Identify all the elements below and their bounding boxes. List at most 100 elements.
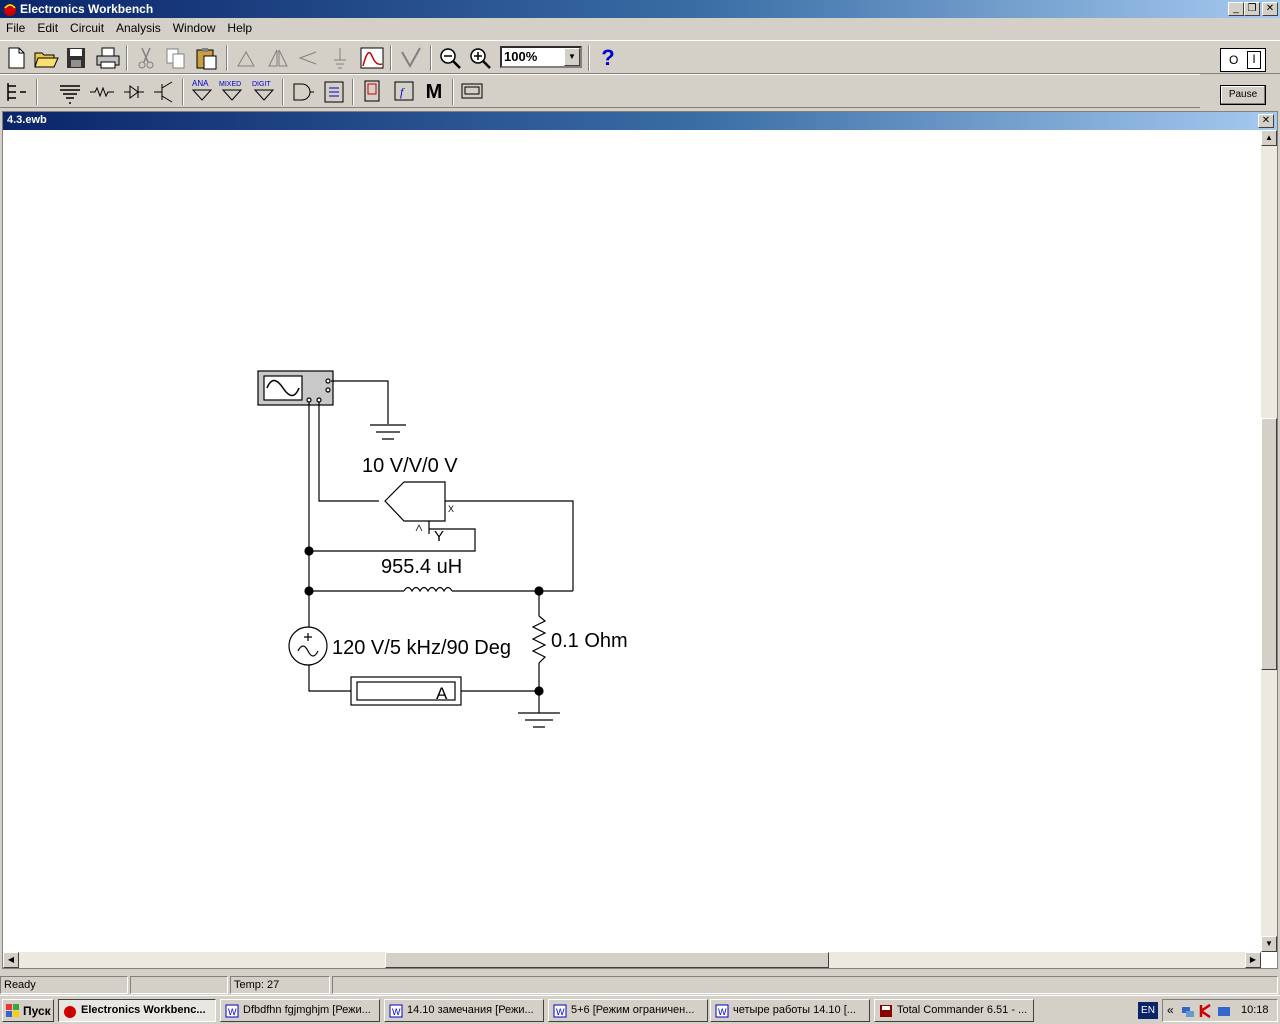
- indicators-bin-icon[interactable]: [358, 78, 386, 106]
- inductor[interactable]: [403, 586, 453, 593]
- cut-icon[interactable]: [132, 44, 160, 72]
- transistors-bin-icon[interactable]: [150, 78, 178, 106]
- task-word-document-4[interactable]: W четыре работы 14.10 [...: [710, 999, 870, 1022]
- status-empty: [332, 976, 1278, 994]
- mixed-ics-bin-icon[interactable]: MIXED: [218, 78, 246, 106]
- word-document-icon: W: [715, 1004, 729, 1018]
- switch-on-label: I: [1247, 51, 1261, 69]
- tray-expand-icon[interactable]: «: [1167, 1003, 1174, 1017]
- save-icon[interactable]: [62, 44, 90, 72]
- svg-text:MIXED: MIXED: [219, 81, 241, 88]
- power-switch[interactable]: O I: [1220, 48, 1266, 72]
- chevron-down-icon[interactable]: ▼: [564, 48, 580, 66]
- menu-window[interactable]: Window: [167, 18, 222, 38]
- ammeter[interactable]: A: [350, 676, 462, 706]
- scroll-left-icon[interactable]: ◀: [3, 952, 19, 968]
- favorites-bin-icon[interactable]: [2, 78, 30, 106]
- diodes-bin-icon[interactable]: [120, 78, 148, 106]
- scroll-down-icon[interactable]: ▼: [1261, 936, 1277, 952]
- flip-horizontal-icon[interactable]: [264, 44, 292, 72]
- digital-bin-icon[interactable]: [320, 78, 348, 106]
- vertical-scroll-thumb[interactable]: [1261, 418, 1277, 670]
- svg-text:f: f: [400, 85, 405, 99]
- menu-analysis[interactable]: Analysis: [110, 18, 167, 38]
- open-folder-icon[interactable]: [32, 44, 60, 72]
- svg-text:ANA: ANA: [192, 79, 209, 88]
- analysis-graphs-icon[interactable]: [358, 44, 386, 72]
- svg-text:W: W: [718, 1007, 727, 1017]
- source-value-label: 120 V/5 kHz/90 Deg: [332, 637, 511, 659]
- network-icon[interactable]: [1181, 1004, 1195, 1018]
- minimize-button[interactable]: _: [1228, 2, 1244, 16]
- svg-text:W: W: [228, 1007, 237, 1017]
- resistor[interactable]: [531, 615, 547, 664]
- restore-button[interactable]: ❐: [1244, 2, 1260, 16]
- task-word-document-3[interactable]: W 5+6 [Режим ограничен...: [548, 999, 708, 1022]
- sources-bin-icon[interactable]: [56, 78, 84, 106]
- floppy-disk-icon: [879, 1004, 893, 1018]
- clock: 10:18: [1241, 1004, 1269, 1016]
- menu-circuit[interactable]: Circuit: [64, 18, 110, 38]
- zoom-out-icon[interactable]: [436, 44, 464, 72]
- scroll-up-icon[interactable]: ▲: [1261, 130, 1277, 146]
- zoom-in-icon[interactable]: [466, 44, 494, 72]
- task-word-document-2[interactable]: W 14.10 замечания [Режи...: [384, 999, 544, 1022]
- horizontal-scroll-thumb[interactable]: [385, 952, 829, 968]
- task-word-document-1[interactable]: W Dfbdfhn fgjmghjm [Режи...: [220, 999, 380, 1022]
- language-indicator[interactable]: EN: [1138, 1002, 1158, 1019]
- logic-gates-bin-icon[interactable]: [288, 78, 316, 106]
- multimeter[interactable]: X Y: [384, 481, 454, 545]
- copy-icon[interactable]: [162, 44, 190, 72]
- inductor-value-label: 955.4 uH: [381, 556, 462, 578]
- scroll-right-icon[interactable]: ▶: [1245, 952, 1261, 968]
- flip-vertical-icon[interactable]: [294, 44, 322, 72]
- app-icon[interactable]: [3, 2, 17, 16]
- paste-icon[interactable]: [192, 44, 220, 72]
- document-titlebar: 4.3.ewb: [3, 112, 1277, 130]
- create-subcircuit-icon[interactable]: [396, 44, 424, 72]
- menu-bar: File Edit Circuit Analysis Window Help: [0, 18, 1280, 38]
- menu-edit[interactable]: Edit: [31, 18, 64, 38]
- document-window: 4.3.ewb ✕ X Y A 10 V/V/0 V 955.4 uH 120 …: [2, 111, 1278, 969]
- word-document-icon: W: [553, 1004, 567, 1018]
- horizontal-scrollbar[interactable]: ◀ ▶: [3, 952, 1261, 968]
- volume-icon[interactable]: [1217, 1004, 1231, 1018]
- ac-voltage-source[interactable]: [288, 626, 328, 666]
- status-field: [130, 976, 228, 994]
- rotate-icon[interactable]: [232, 44, 260, 72]
- taskbar: Пуск Electronics Workbenc... W Dfbdfhn f…: [0, 995, 1280, 1024]
- circuit-canvas[interactable]: X Y A 10 V/V/0 V 955.4 uH 120 V/5 kHz/90…: [3, 130, 1261, 952]
- analog-ics-bin-icon[interactable]: ANA: [188, 78, 216, 106]
- print-icon[interactable]: [94, 44, 122, 72]
- instruments-bin-icon[interactable]: [458, 78, 486, 106]
- help-button[interactable]: ?: [594, 44, 622, 72]
- app-titlebar: Electronics Workbench _ ❐ ✕: [0, 0, 1280, 18]
- zoom-value: 100%: [504, 49, 538, 64]
- basic-bin-icon[interactable]: [88, 78, 116, 106]
- ground-symbol: [370, 424, 406, 440]
- menu-file[interactable]: File: [0, 18, 31, 38]
- start-button[interactable]: Пуск: [2, 999, 54, 1022]
- vertical-scrollbar[interactable]: ▲ ▼: [1261, 130, 1277, 952]
- antivirus-icon[interactable]: [1199, 1003, 1213, 1019]
- new-file-icon[interactable]: [2, 44, 30, 72]
- multimeter-y-label: Y: [434, 528, 444, 545]
- word-document-icon: W: [389, 1004, 403, 1018]
- miscellaneous-bin-button[interactable]: M: [420, 78, 448, 106]
- close-button[interactable]: ✕: [1262, 2, 1278, 16]
- document-close-button[interactable]: ✕: [1258, 114, 1274, 128]
- resistor-value-label: 0.1 Ohm: [551, 630, 628, 652]
- app-title: Electronics Workbench: [20, 2, 154, 16]
- component-properties-icon[interactable]: [326, 44, 354, 72]
- workbench-icon: [63, 1004, 77, 1018]
- oscilloscope[interactable]: [257, 370, 334, 406]
- switch-off-label: O: [1229, 53, 1239, 67]
- menu-help[interactable]: Help: [221, 18, 258, 38]
- svg-text:W: W: [556, 1007, 565, 1017]
- zoom-select[interactable]: 100% ▼: [500, 46, 582, 68]
- pause-button[interactable]: Pause: [1220, 85, 1266, 105]
- task-electronics-workbench[interactable]: Electronics Workbenc...: [58, 999, 216, 1022]
- task-total-commander[interactable]: Total Commander 6.51 - ...: [874, 999, 1034, 1022]
- controls-bin-icon[interactable]: f: [390, 78, 418, 106]
- digital-ics-bin-icon[interactable]: DIGIT: [250, 78, 278, 106]
